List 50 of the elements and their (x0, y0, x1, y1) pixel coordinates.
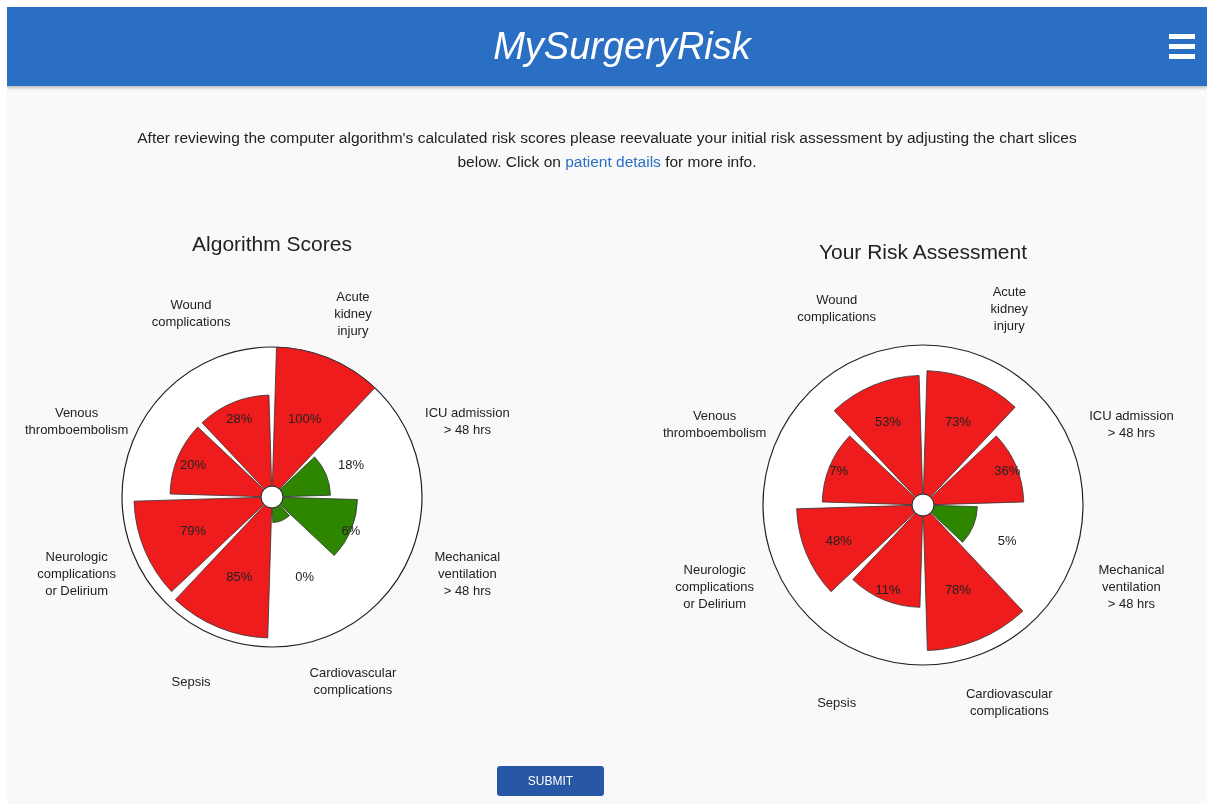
category-label: Cardiovascular complications (965, 684, 1053, 719)
category-label: Venous thromboembolism (24, 403, 129, 438)
instruction-text: After reviewing the computer algorithm's calculated risk scores please reevaluate your initial risk assessment by adjusting the chart slices below. Click on patient details for more info. (136, 128, 1078, 172)
category-label: Acute kidney injury (334, 287, 372, 339)
percent-label: 73% (944, 413, 971, 429)
chart-slice[interactable] (169, 426, 265, 498)
percent-label: 5% (997, 532, 1017, 548)
percent-label: 20% (180, 456, 206, 472)
percent-label: 28% (226, 410, 253, 426)
category-label: Cardiovascular complications (309, 664, 397, 699)
category-label: Neurologic complications or Delirium (675, 560, 754, 612)
menu-icon[interactable] (1169, 33, 1195, 59)
center-hole (260, 485, 284, 509)
chart-title: Your Risk Assessment (818, 240, 1028, 265)
category-label: Venous thromboembolism (662, 406, 767, 441)
chart-title: Algorithm Scores (192, 232, 352, 257)
percent-label: 53% (875, 413, 902, 429)
category-label: ICU admission > 48 hrs (1089, 406, 1174, 441)
category-label: Acute kidney injury (990, 282, 1029, 334)
category-label: Wound complications (151, 295, 231, 330)
category-label: Neurologic complications or Delirium (37, 547, 116, 599)
category-label: Mechanical ventilation > 48 hrs (434, 547, 501, 599)
percent-label: 85% (226, 568, 253, 584)
percent-label: 18% (337, 456, 364, 472)
chart-slice[interactable] (821, 435, 916, 506)
chart-slice[interactable] (930, 504, 978, 543)
chart-slice[interactable] (174, 504, 273, 639)
submit-button[interactable]: SUBMIT (497, 766, 604, 796)
percent-label: 100% (288, 410, 322, 426)
category-label: Sepsis (171, 672, 211, 690)
chart-slice[interactable] (271, 504, 290, 523)
percent-label: 48% (825, 532, 852, 548)
percent-label: 11% (875, 581, 901, 597)
chart-slice[interactable] (279, 456, 331, 498)
category-label: Mechanical ventilation > 48 hrs (1098, 560, 1165, 612)
chart-slice[interactable] (796, 504, 916, 593)
category-label: Sepsis (817, 693, 857, 711)
percent-label: 78% (944, 581, 971, 597)
percent-label: 6% (341, 522, 361, 538)
percent-label: 7% (829, 462, 849, 478)
chart-slice[interactable] (133, 496, 265, 592)
center-hole (911, 493, 935, 517)
chart-slice[interactable] (930, 435, 1025, 506)
category-label: ICU admission > 48 hrs (425, 403, 510, 438)
chart-slice[interactable] (852, 512, 924, 608)
percent-label: 79% (180, 522, 206, 538)
patient-details-link[interactable]: patient details (565, 153, 661, 170)
percent-label: 0% (295, 568, 315, 584)
category-label: Wound complications (797, 291, 877, 326)
app-title: MySurgeryRisk (493, 25, 751, 68)
